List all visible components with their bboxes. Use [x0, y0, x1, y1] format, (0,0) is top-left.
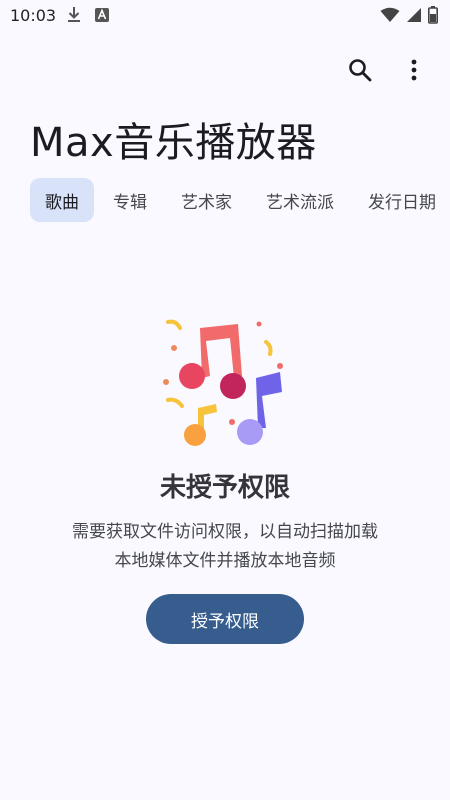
tab-albums[interactable]: 专辑 — [98, 178, 162, 222]
status-right-icons — [380, 6, 438, 28]
search-icon[interactable] — [344, 54, 376, 86]
tab-bar: 歌曲 专辑 艺术家 艺术流派 发行日期 — [30, 178, 450, 222]
more-vert-icon[interactable] — [398, 54, 430, 86]
wifi-icon — [380, 7, 400, 27]
top-actions — [344, 54, 430, 86]
permission-description-line-1: 需要获取文件访问权限，以自动扫描加载 — [72, 522, 378, 542]
permission-description: 需要获取文件访问权限，以自动扫描加载 本地媒体文件并播放本地音频 — [40, 518, 410, 576]
permission-title: 未授予权限 — [159, 473, 290, 503]
status-left-icons — [66, 6, 110, 28]
status-time: 10:03 — [10, 6, 57, 25]
app-title: Max音乐播放器 — [30, 120, 317, 166]
download-icon — [66, 6, 82, 28]
font-a-icon — [94, 6, 110, 28]
permission-description-line-2: 本地媒体文件并播放本地音频 — [114, 551, 336, 571]
status-bar: 10:03 — [0, 0, 450, 32]
tab-songs[interactable]: 歌曲 — [30, 178, 94, 222]
tab-genres[interactable]: 艺术流派 — [251, 178, 349, 222]
cellular-icon — [406, 7, 422, 27]
music-notes-icon — [158, 316, 290, 448]
battery-icon — [428, 6, 438, 28]
tab-artists[interactable]: 艺术家 — [166, 178, 247, 222]
grant-permission-button[interactable]: 授予权限 — [146, 594, 304, 644]
tab-release-date[interactable]: 发行日期 — [353, 178, 450, 222]
